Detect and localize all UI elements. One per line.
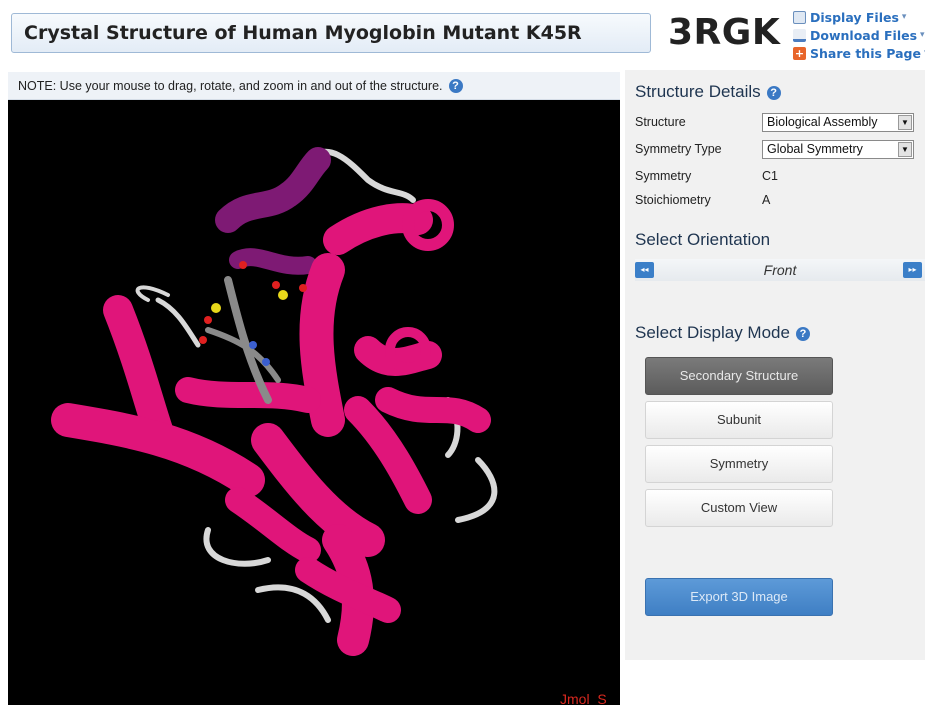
stoichiometry-label: Stoichiometry [635, 193, 711, 207]
structure-select-value: Biological Assembly [767, 115, 878, 129]
protein-ribbon-render: Jmol_S [51, 147, 607, 705]
pdb-id: 3RGK [668, 12, 781, 53]
symmetry-type-select[interactable]: Global Symmetry ▼ [762, 140, 914, 159]
orientation-next-button[interactable]: ▸▸ [903, 262, 922, 278]
viewer-note-text: NOTE: Use your mouse to drag, rotate, an… [18, 78, 443, 93]
subunit-button[interactable]: Subunit [645, 401, 833, 439]
custom-view-button[interactable]: Custom View [645, 489, 833, 527]
share-page-link[interactable]: + Share this Page ▾ [793, 44, 925, 62]
jmol-3d-viewer[interactable]: Jmol_S [8, 100, 620, 705]
export-3d-image-button[interactable]: Export 3D Image [645, 578, 833, 616]
symmetry-label: Symmetry [635, 169, 692, 183]
help-icon[interactable]: ? [448, 78, 463, 93]
display-files-label: Display Files [810, 9, 899, 25]
orientation-control: ◂◂ Front ▸▸ [635, 259, 925, 281]
display-files-link[interactable]: Display Files ▾ [793, 8, 925, 26]
share-plus-icon: + [793, 46, 806, 60]
structure-label: Structure [635, 115, 686, 129]
symmetry-type-label: Symmetry Type [635, 142, 722, 156]
viewer-note: NOTE: Use your mouse to drag, rotate, an… [8, 72, 620, 100]
download-files-label: Download Files [810, 27, 918, 43]
orientation-current: Front [763, 262, 797, 278]
chevron-down-icon: ▼ [898, 115, 912, 130]
symmetry-value: C1 [762, 169, 778, 183]
secondary-structure-button[interactable]: Secondary Structure [645, 357, 833, 395]
symmetry-button[interactable]: Symmetry [645, 445, 833, 483]
stoichiometry-value: A [762, 193, 771, 207]
chevron-down-icon: ▾ [901, 12, 907, 22]
symmetry-type-select-value: Global Symmetry [767, 142, 863, 156]
structure-select[interactable]: Biological Assembly ▼ [762, 113, 914, 132]
document-icon [793, 10, 806, 24]
structure-details-title: Structure Details? [635, 82, 781, 102]
download-icon [793, 28, 806, 42]
select-display-mode-title: Select Display Mode? [635, 323, 810, 343]
chevron-down-icon: ▼ [898, 142, 912, 157]
help-icon[interactable]: ? [795, 326, 810, 341]
download-files-link[interactable]: Download Files ▾ [793, 26, 925, 44]
jmol-watermark: Jmol_S [560, 691, 607, 705]
page-title-box: Crystal Structure of Human Myoglobin Mut… [11, 13, 651, 53]
help-icon[interactable]: ? [766, 85, 781, 100]
share-page-label: Share this Page [810, 45, 921, 61]
select-orientation-title: Select Orientation [635, 230, 771, 249]
page-title: Crystal Structure of Human Myoglobin Mut… [24, 22, 582, 44]
file-links: Display Files ▾ Download Files ▾ + Share… [793, 8, 925, 62]
chevron-down-icon: ▾ [920, 30, 925, 40]
